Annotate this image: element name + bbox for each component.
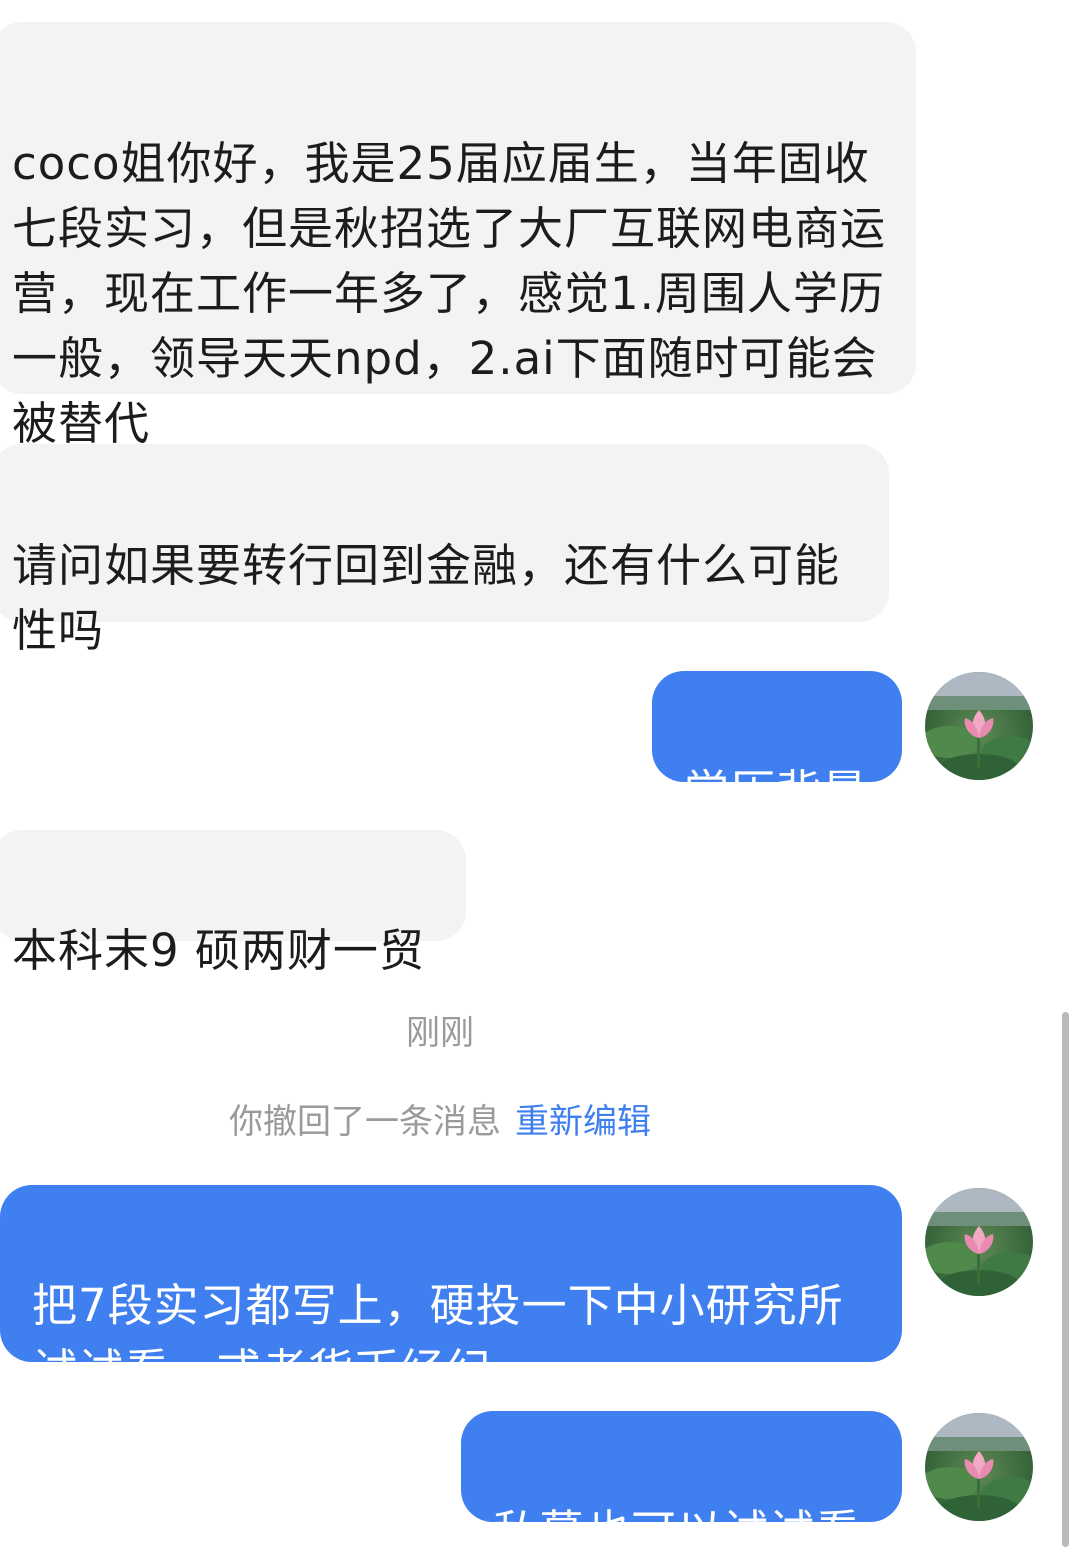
scrollbar[interactable] <box>1062 1012 1069 1547</box>
outgoing-message[interactable]: 私募也可以试试看 <box>461 1411 902 1551</box>
incoming-message[interactable]: 请问如果要转行回到金融，还有什么可能性吗 <box>0 444 889 657</box>
message-text: 私募也可以试试看 <box>493 1505 862 1551</box>
incoming-message[interactable]: coco姐你好，我是25届应届生，当年固收七段实习，但是秋招选了大厂互联网电商运… <box>0 22 916 450</box>
incoming-message[interactable]: 本科末9 硕两财一贸 <box>0 830 466 977</box>
message-text: coco姐你好，我是25届应届生，当年固收七段实习，但是秋招选了大厂互联网电商运… <box>12 137 887 450</box>
recall-notice-text: 你撤回了一条消息 <box>229 1102 501 1142</box>
message-text: 学历背景 <box>684 765 869 818</box>
lotus-avatar-icon[interactable] <box>925 672 1033 780</box>
outgoing-message[interactable]: 把7段实习都写上，硬投一下中小研究所试试看。或者货币经纪 <box>0 1185 902 1397</box>
lotus-avatar-icon[interactable] <box>925 1188 1033 1296</box>
message-text: 把7段实习都写上，硬投一下中小研究所试试看。或者货币经纪 <box>32 1279 844 1397</box>
re-edit-link[interactable]: 重新编辑 <box>515 1102 651 1142</box>
lotus-avatar-icon[interactable] <box>925 1413 1033 1521</box>
chat-thread[interactable]: coco姐你好，我是25届应届生，当年固收七段实习，但是秋招选了大厂互联网电商运… <box>0 0 1080 1551</box>
timestamp: 刚刚 <box>406 1013 474 1053</box>
recall-notice: 你撤回了一条消息 重新编辑 <box>0 1094 880 1143</box>
message-text: 请问如果要转行回到金融，还有什么可能性吗 <box>12 539 841 657</box>
message-text: 本科末9 硕两财一贸 <box>12 924 425 977</box>
outgoing-message[interactable]: 学历背景 <box>652 671 902 818</box>
